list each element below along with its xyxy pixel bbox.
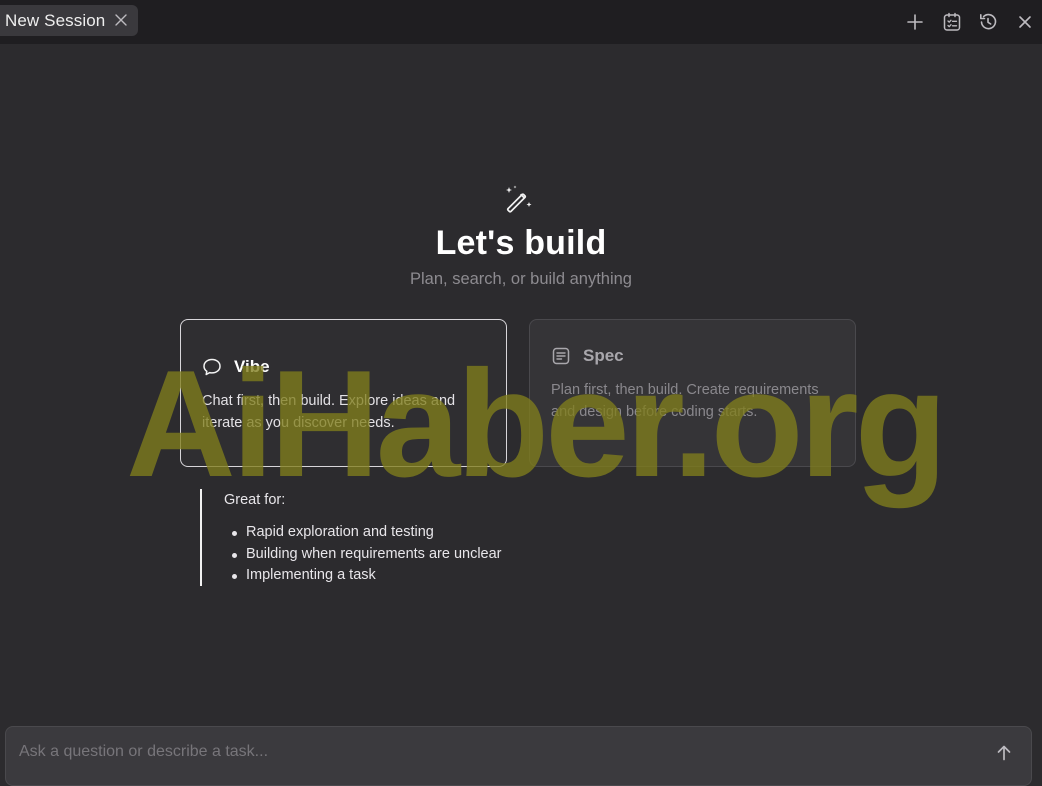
page-subtitle: Plan, search, or build anything [410,270,632,288]
task-list-icon[interactable] [941,11,963,33]
card-header: Spec [551,346,624,366]
list-item: Implementing a task [224,565,502,587]
mode-card-vibe[interactable]: Vibe Chat first, then build. Explore ide… [180,319,507,467]
card-header: Vibe [202,357,270,377]
chat-bubble-icon [202,357,222,377]
close-icon[interactable] [1014,11,1036,33]
arrow-up-icon[interactable] [994,743,1014,763]
card-title: Vibe [234,357,270,376]
great-for-title: Great for: [224,492,286,508]
chat-input[interactable] [17,739,961,765]
tab-close-icon[interactable] [114,13,128,27]
list-item: Building when requirements are unclear [224,544,502,566]
card-description: Chat first, then build. Explore ideas an… [202,393,456,431]
page-title: Let's build [435,224,607,262]
chat-input-container [5,726,1032,786]
tab-new-session[interactable]: New Session [0,5,138,36]
tab-bar: New Session [0,0,1042,44]
tab-label: New Session [5,10,106,30]
magic-wand-icon [503,184,535,216]
card-title: Spec [583,346,624,365]
great-for-list: Rapid exploration and testing Building w… [224,522,502,587]
card-description: Plan first, then build. Create requireme… [551,382,819,420]
document-icon [551,346,571,366]
list-item: Rapid exploration and testing [224,522,502,544]
history-icon[interactable] [977,11,999,33]
plus-icon[interactable] [904,11,926,33]
mode-card-spec[interactable]: Spec Plan first, then build. Create requ… [529,319,856,467]
great-for-section: Great for: Rapid exploration and testing… [200,489,560,586]
